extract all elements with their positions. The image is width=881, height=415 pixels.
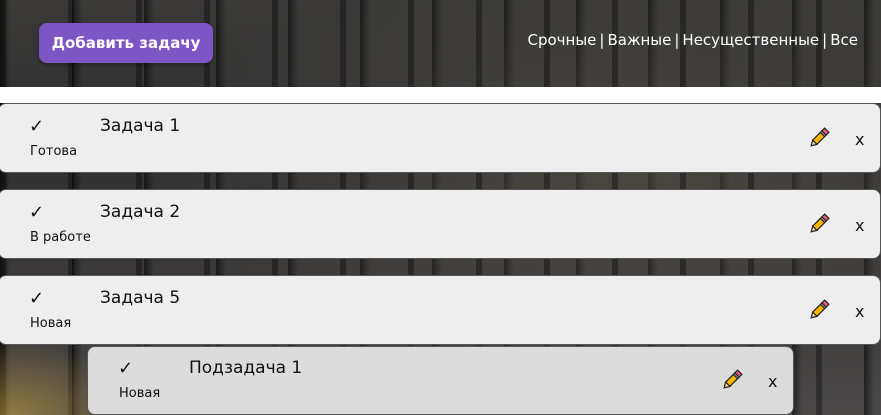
pencil-icon[interactable]: [807, 212, 831, 236]
pencil-icon[interactable]: [720, 368, 744, 392]
task-card: ✓ Задача 1 Готова x: [0, 103, 881, 173]
checkmark-icon[interactable]: ✓: [29, 202, 44, 223]
pencil-icon[interactable]: [807, 126, 831, 150]
separator: |: [674, 31, 680, 49]
task-card: ✓ Задача 5 Новая x: [0, 275, 881, 345]
filter-important[interactable]: Важные: [607, 31, 671, 49]
filter-all[interactable]: Все: [830, 31, 858, 49]
checkmark-icon[interactable]: ✓: [29, 288, 44, 309]
close-icon[interactable]: x: [855, 216, 864, 235]
task-status: В работе: [30, 230, 91, 245]
task-title: Задача 2: [100, 202, 181, 222]
task-title: Задача 5: [100, 288, 181, 308]
header: Добавить задачу Срочные | Важные | Несуществ…: [0, 0, 881, 87]
filter-nav: Срочные | Важные | Несущественные | Все: [528, 31, 859, 49]
checkmark-icon[interactable]: ✓: [118, 358, 133, 379]
filter-unimportant[interactable]: Несущественные: [682, 31, 819, 49]
close-icon[interactable]: x: [855, 302, 864, 321]
close-icon[interactable]: x: [768, 372, 777, 391]
add-task-button[interactable]: Добавить задачу: [39, 23, 213, 63]
subtask-status: Новая: [119, 386, 161, 401]
close-icon[interactable]: x: [855, 130, 864, 149]
task-title: Задача 1: [100, 116, 181, 136]
subtask-card: ✓ Подзадача 1 Новая x: [87, 346, 794, 415]
filter-urgent[interactable]: Срочные: [528, 31, 597, 49]
task-card: ✓ Задача 2 В работе x: [0, 189, 881, 259]
separator: |: [822, 31, 828, 49]
task-status: Готова: [30, 144, 78, 159]
separator: |: [599, 31, 605, 49]
subtask-title: Подзадача 1: [189, 358, 303, 378]
divider: [0, 87, 881, 103]
task-status: Новая: [30, 316, 72, 331]
pencil-icon[interactable]: [807, 298, 831, 322]
checkmark-icon[interactable]: ✓: [29, 116, 44, 137]
